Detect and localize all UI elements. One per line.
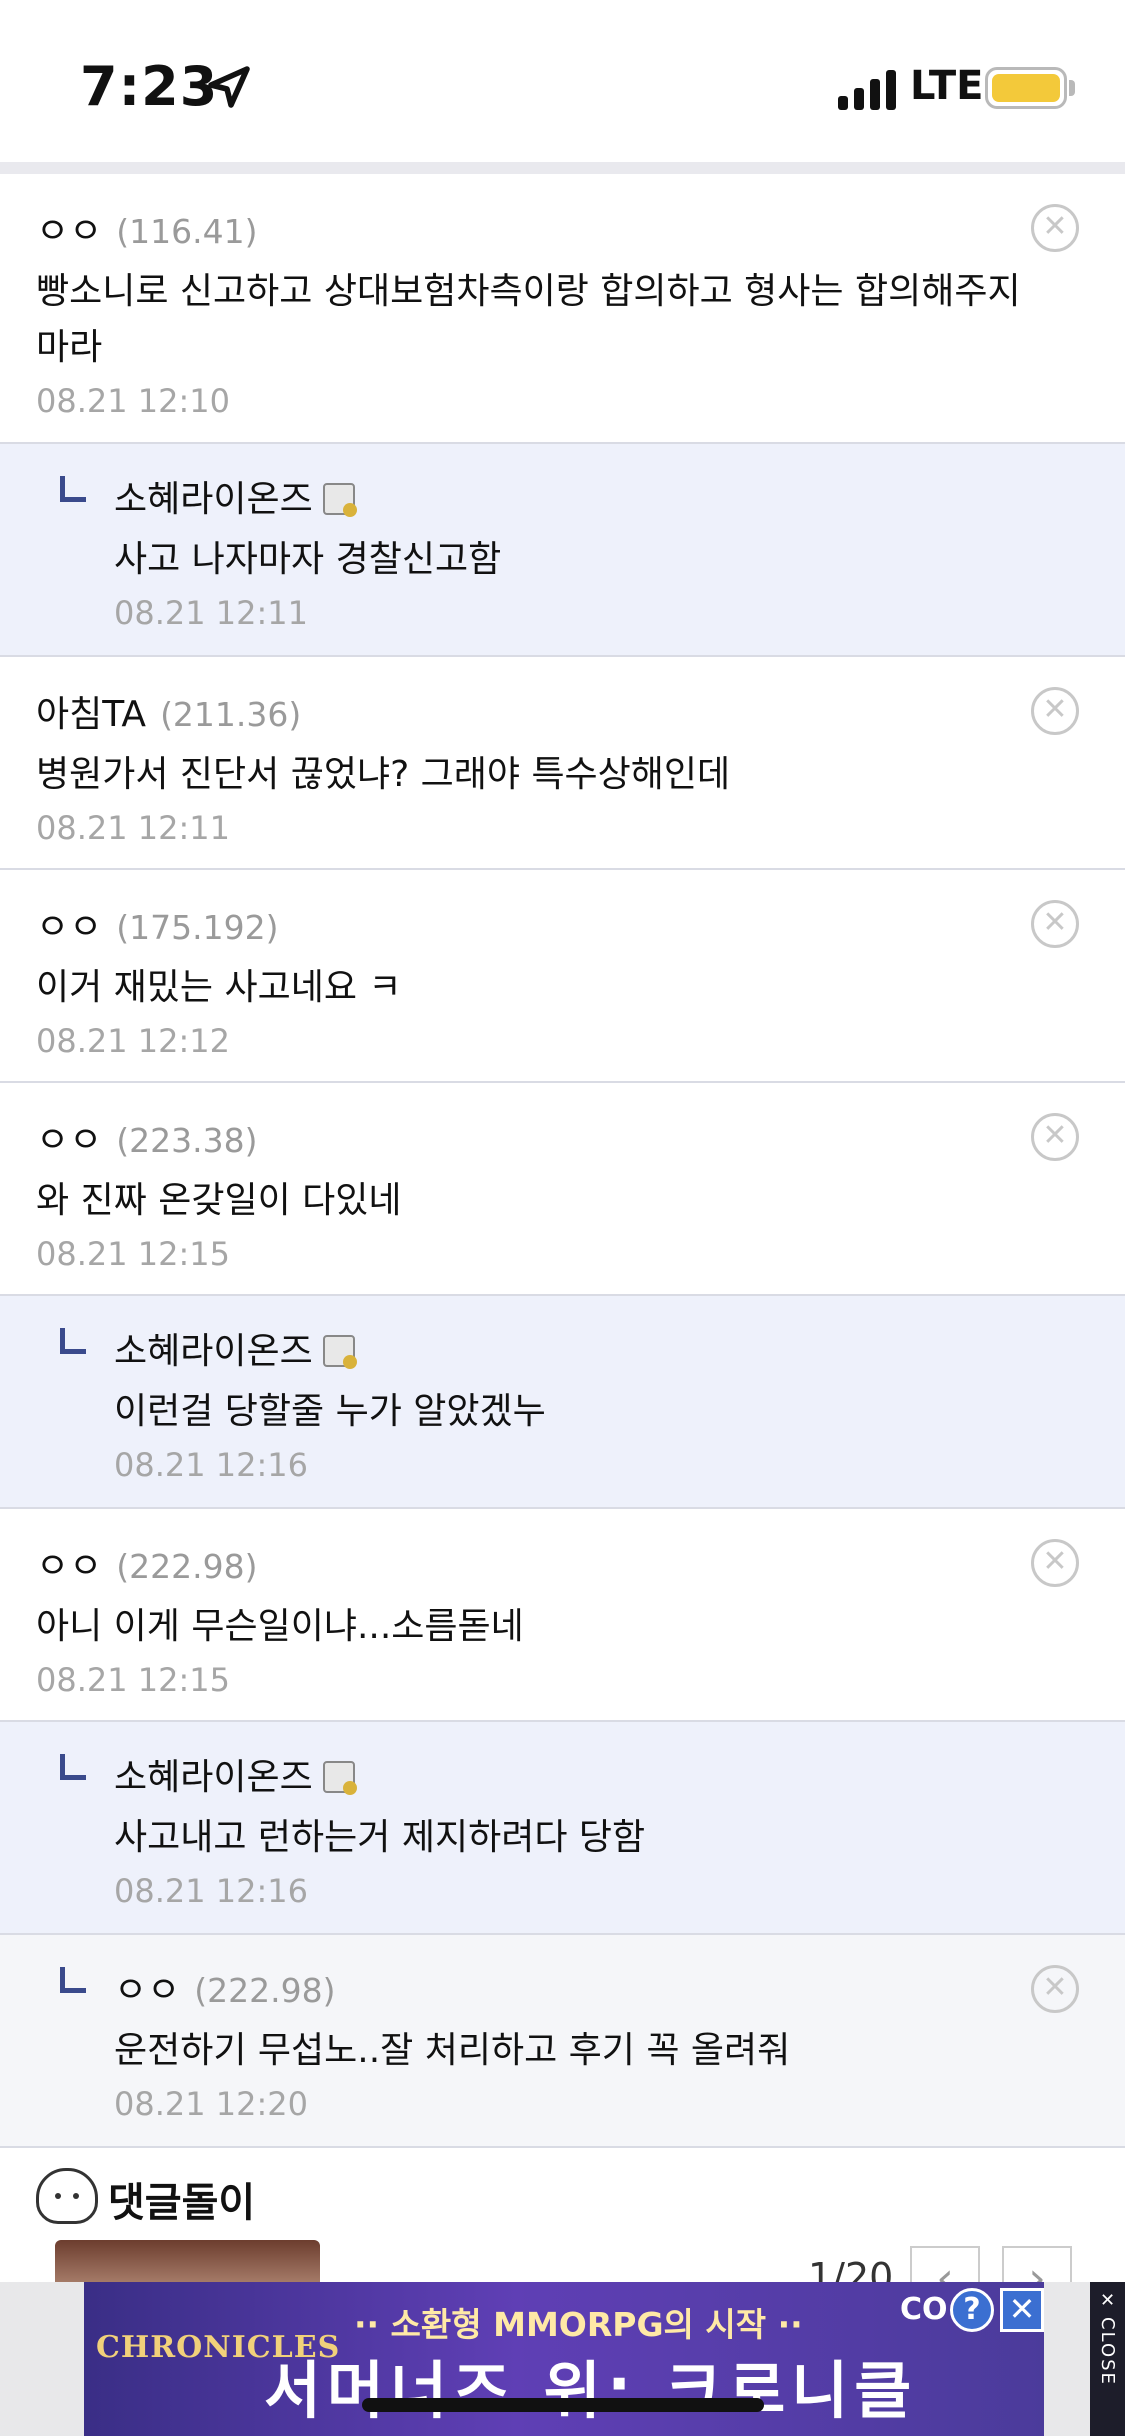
ad-co-text: CO (900, 2292, 948, 2327)
ad-close-icon[interactable]: ✕ (1000, 2288, 1044, 2332)
reply-arrow-icon (60, 1754, 86, 1780)
comment-text: 사고내고 런하는거 제지하려다 당함 (114, 1817, 646, 1858)
comment-author[interactable]: 소혜라이온즈 (114, 1322, 313, 1374)
comment-author[interactable]: 아침TA (36, 685, 146, 737)
comment-author[interactable]: ㅇㅇ (36, 898, 102, 950)
comment-ip: (116.41) (116, 212, 258, 251)
delete-comment-icon[interactable]: ✕ (1031, 204, 1079, 252)
comment-text: 병원가서 진단서 끊었냐? 그래야 특수상해인데 (36, 754, 731, 795)
comment-bot-title: 댓글돌이 (108, 2180, 256, 2226)
ad-banner[interactable]: CHRONICLES ·· 소환형 MMORPG의 시작 ·· 서머너즈 워: … (0, 2282, 1125, 2436)
comment-date: 08.21 12:10 (36, 382, 230, 420)
gallog-icon[interactable] (322, 483, 357, 517)
reply-arrow-icon (60, 1967, 86, 1993)
comment-date: 08.21 12:11 (36, 809, 230, 847)
delete-comment-icon[interactable]: ✕ (1031, 900, 1079, 948)
dumpling-icon (36, 2168, 98, 2224)
comment-ip: (175.192) (116, 908, 279, 947)
reply-item: 소혜라이온즈 사고 나자마자 경찰신고함 08.21 12:11 (0, 444, 1125, 657)
comment-date: 08.21 12:16 (114, 1872, 308, 1910)
reply-arrow-icon (60, 476, 86, 502)
comment-text: 사고 나자마자 경찰신고함 (114, 539, 502, 580)
comment-author[interactable]: ㅇㅇ (114, 1961, 180, 2013)
comment-author[interactable]: ㅇㅇ (36, 1111, 102, 1163)
status-bar: 7:23 LTE (0, 0, 1125, 165)
comment-date: 08.21 12:12 (36, 1022, 230, 1060)
status-time: 7:23 (80, 55, 219, 118)
reply-arrow-icon (60, 1328, 86, 1354)
delete-comment-icon[interactable]: ✕ (1031, 1539, 1079, 1587)
location-arrow-icon (208, 66, 250, 108)
comment-item: 아침TA (211.36) 병원가서 진단서 끊었냐? 그래야 특수상해인데 0… (0, 657, 1125, 870)
comment-date: 08.21 12:11 (114, 594, 308, 632)
delete-comment-icon[interactable]: ✕ (1031, 1965, 1079, 2013)
ad-tagline: ·· 소환형 MMORPG의 시작 ·· (354, 2305, 803, 2344)
comment-text: 이런걸 당할줄 누가 알았겠누 (114, 1391, 546, 1432)
ad-headline: 서머너즈 워: 크로니클 (264, 2354, 918, 2427)
comment-text: 빵소니로 신고하고 상대보험차측이랑 합의하고 형사는 합의해주지 마라 (36, 271, 1021, 368)
comment-date: 08.21 12:15 (36, 1661, 230, 1699)
comment-ip: (211.36) (160, 695, 302, 734)
top-divider (0, 162, 1125, 174)
comment-item: ㅇㅇ (222.98) 아니 이게 무슨일이냐...소름돋네 08.21 12:… (0, 1509, 1125, 1722)
home-indicator[interactable] (362, 2398, 764, 2412)
comment-author[interactable]: 소혜라이온즈 (114, 470, 313, 522)
ad-help-icon[interactable]: ? (950, 2288, 994, 2332)
comment-text: 이거 재밌는 사고네요 ㅋ (36, 967, 402, 1008)
gallog-icon[interactable] (322, 1335, 357, 1369)
comment-ip: (222.98) (194, 1971, 336, 2010)
comment-text: 아니 이게 무슨일이냐...소름돋네 (36, 1606, 524, 1647)
reply-item: 소혜라이온즈 이런걸 당할줄 누가 알았겠누 08.21 12:16 (0, 1296, 1125, 1509)
comment-item: ㅇㅇ (175.192) 이거 재밌는 사고네요 ㅋ 08.21 12:12 ✕ (0, 870, 1125, 1083)
reply-item: 소혜라이온즈 사고내고 런하는거 제지하려다 당함 08.21 12:16 (0, 1722, 1125, 1935)
comment-ip: (222.98) (116, 1547, 258, 1586)
comment-date: 08.21 12:15 (36, 1235, 230, 1273)
comment-text: 와 진짜 온갖일이 다있네 (36, 1180, 402, 1221)
comment-item: ㅇㅇ (223.38) 와 진짜 온갖일이 다있네 08.21 12:15 ✕ (0, 1083, 1125, 1296)
ad-side-close-label: CLOSE (1097, 2317, 1118, 2386)
delete-comment-icon[interactable]: ✕ (1031, 1113, 1079, 1161)
ad-creative[interactable]: CHRONICLES ·· 소환형 MMORPG의 시작 ·· 서머너즈 워: … (84, 2282, 1044, 2436)
comment-date: 08.21 12:16 (114, 1446, 308, 1484)
delete-comment-icon[interactable]: ✕ (1031, 687, 1079, 735)
comment-date: 08.21 12:20 (114, 2085, 308, 2123)
comment-author[interactable]: ㅇㅇ (36, 1537, 102, 1589)
comment-ip: (223.38) (116, 1121, 258, 1160)
battery-icon (985, 67, 1067, 109)
comment-list: ㅇㅇ (116.41) 빵소니로 신고하고 상대보험차측이랑 합의하고 형사는 … (0, 174, 1125, 2148)
gallog-icon[interactable] (322, 1761, 357, 1795)
cellular-signal-icon (838, 70, 896, 110)
comment-text: 운전하기 무섭노..잘 처리하고 후기 꼭 올려줘 (114, 2030, 791, 2071)
network-type: LTE (910, 63, 984, 109)
comment-item: ㅇㅇ (116.41) 빵소니로 신고하고 상대보험차측이랑 합의하고 형사는 … (0, 174, 1125, 444)
comment-author[interactable]: 소혜라이온즈 (114, 1748, 313, 1800)
comment-author[interactable]: ㅇㅇ (36, 202, 102, 254)
ad-side-close-button[interactable]: ✕ CLOSE (1090, 2282, 1125, 2436)
reply-item: ㅇㅇ (222.98) 운전하기 무섭노..잘 처리하고 후기 꼭 올려줘 08… (0, 1935, 1125, 2148)
battery-cap (1069, 80, 1075, 96)
